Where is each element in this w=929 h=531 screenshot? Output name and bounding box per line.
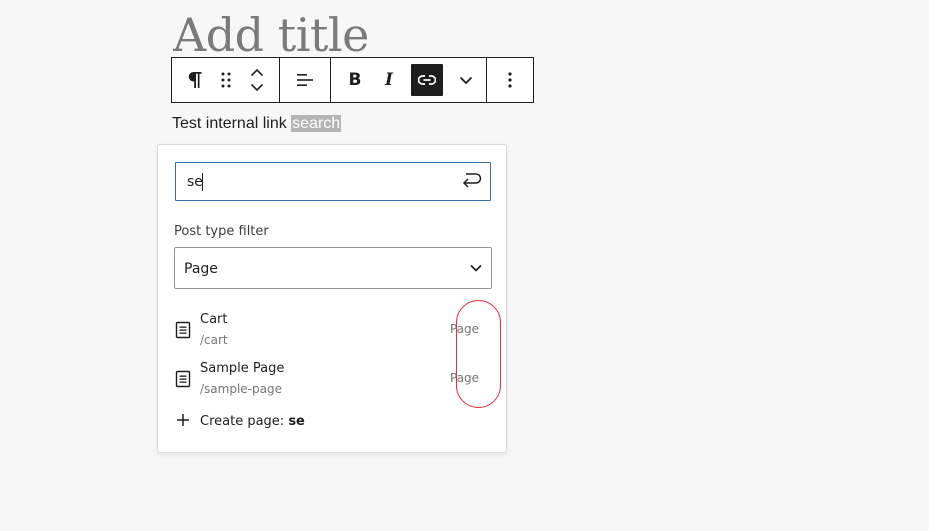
result-title: Cart [200, 312, 228, 327]
more-options-icon [508, 72, 512, 88]
result-url: /sample-page [200, 382, 282, 396]
align-icon [296, 72, 314, 88]
options-group [487, 58, 533, 102]
link-popover: Post type filter Page Cart /cart Page [157, 144, 507, 453]
more-options-button[interactable] [490, 58, 530, 102]
link-search-input[interactable] [176, 163, 446, 200]
search-result-item[interactable]: Cart /cart Page [174, 312, 492, 356]
annotation-highlight-oval [456, 300, 501, 408]
result-title: Sample Page [200, 361, 285, 376]
result-url: /cart [200, 333, 228, 347]
page-icon [175, 370, 191, 392]
paragraph-icon [188, 71, 202, 89]
selected-text: search [291, 115, 342, 132]
bold-icon: B [348, 70, 362, 90]
link-search-field [175, 162, 491, 201]
more-formats-button[interactable] [447, 58, 485, 102]
search-result-item[interactable]: Sample Page /sample-page Page [174, 361, 492, 405]
post-type-filter-label: Post type filter [174, 224, 269, 239]
create-page-prefix: Create page: [200, 414, 289, 429]
align-button[interactable] [285, 58, 325, 102]
chevron-down-icon [468, 260, 484, 280]
bold-button[interactable]: B [339, 58, 371, 102]
post-type-select[interactable]: Page [174, 247, 492, 289]
create-page-button[interactable]: Create page: se [174, 410, 492, 434]
post-type-select-value: Page [184, 261, 218, 277]
link-button[interactable] [411, 64, 443, 96]
paragraph-block[interactable]: Test internal link search [172, 115, 342, 133]
paragraph-button[interactable] [181, 58, 209, 102]
create-page-term: se [288, 414, 305, 429]
page-icon [175, 321, 191, 343]
format-group: B I [331, 58, 487, 102]
move-up-down-button[interactable] [244, 58, 270, 102]
italic-button[interactable]: I [371, 58, 407, 102]
drag-handle-icon [221, 72, 231, 88]
drag-handle-button[interactable] [214, 58, 238, 102]
block-toolbar: B I [171, 57, 534, 103]
plus-icon [176, 412, 190, 431]
block-type-group [172, 58, 280, 102]
chevron-down-icon [250, 83, 264, 92]
chevron-down-icon [459, 76, 473, 85]
text-caret [202, 173, 203, 191]
italic-icon: I [385, 70, 393, 90]
alignment-group [280, 58, 331, 102]
paragraph-text: Test internal link [172, 115, 292, 132]
submit-return-icon[interactable] [460, 170, 482, 196]
post-title-placeholder[interactable]: Add title [173, 12, 369, 57]
link-icon [418, 74, 436, 86]
chevron-up-icon [250, 68, 264, 77]
create-page-label: Create page: se [200, 414, 305, 429]
